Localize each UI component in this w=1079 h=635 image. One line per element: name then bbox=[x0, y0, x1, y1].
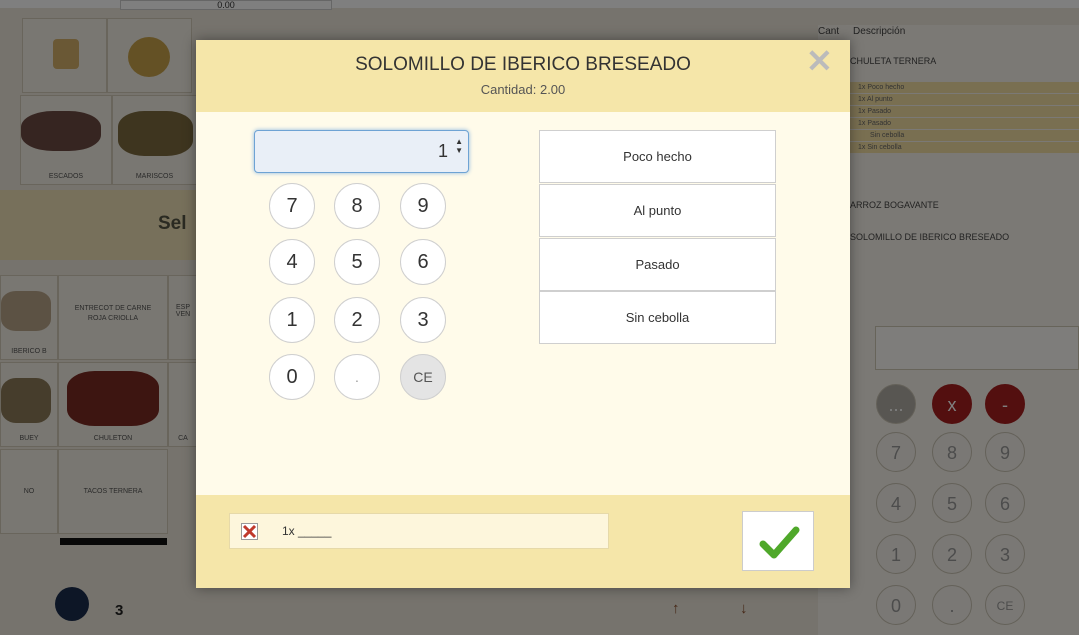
confirm-button[interactable] bbox=[742, 511, 814, 571]
delete-x-icon bbox=[242, 524, 257, 539]
stepper-icon[interactable]: ▲ ▼ bbox=[455, 137, 463, 155]
keypad-key-2[interactable]: 2 bbox=[334, 297, 380, 343]
keypad-key-9[interactable]: 9 bbox=[400, 183, 446, 229]
keypad-key-3[interactable]: 3 bbox=[400, 297, 446, 343]
keypad-key-0[interactable]: 0 bbox=[269, 354, 315, 400]
selected-modifiers-box: 1x _____ bbox=[229, 513, 609, 549]
modifier-button-al-punto[interactable]: Al punto bbox=[539, 184, 776, 237]
keypad-key-8[interactable]: 8 bbox=[334, 183, 380, 229]
dialog-header: SOLOMILLO DE IBERICO BRESEADO Cantidad: … bbox=[196, 40, 850, 112]
delete-selection-button[interactable] bbox=[241, 523, 258, 540]
checkmark-icon bbox=[759, 526, 800, 559]
modifier-button-sin-cebolla[interactable]: Sin cebolla bbox=[539, 291, 776, 344]
close-icon[interactable]: ✕ bbox=[806, 42, 833, 80]
keypad-key-5[interactable]: 5 bbox=[334, 239, 380, 285]
keypad-key-clear[interactable]: CE bbox=[400, 354, 446, 400]
dialog-quantity: Cantidad: 2.00 bbox=[480, 82, 566, 97]
modifier-button-pasado[interactable]: Pasado bbox=[539, 238, 776, 291]
modifier-button-poco-hecho[interactable]: Poco hecho bbox=[539, 130, 776, 183]
dialog-title: SOLOMILLO DE IBERICO BRESEADO bbox=[355, 54, 691, 75]
keypad-key-decimal[interactable]: . bbox=[334, 354, 380, 400]
keypad-key-4[interactable]: 4 bbox=[269, 239, 315, 285]
keypad-key-7[interactable]: 7 bbox=[269, 183, 315, 229]
quantity-input-value: 1 bbox=[437, 141, 448, 161]
keypad-key-1[interactable]: 1 bbox=[269, 297, 315, 343]
keypad-key-6[interactable]: 6 bbox=[400, 239, 446, 285]
selection-text: 1x _____ bbox=[282, 524, 332, 538]
product-modifier-dialog: SOLOMILLO DE IBERICO BRESEADO Cantidad: … bbox=[196, 40, 850, 588]
quantity-input[interactable]: 1 ▲ ▼ bbox=[254, 130, 469, 173]
